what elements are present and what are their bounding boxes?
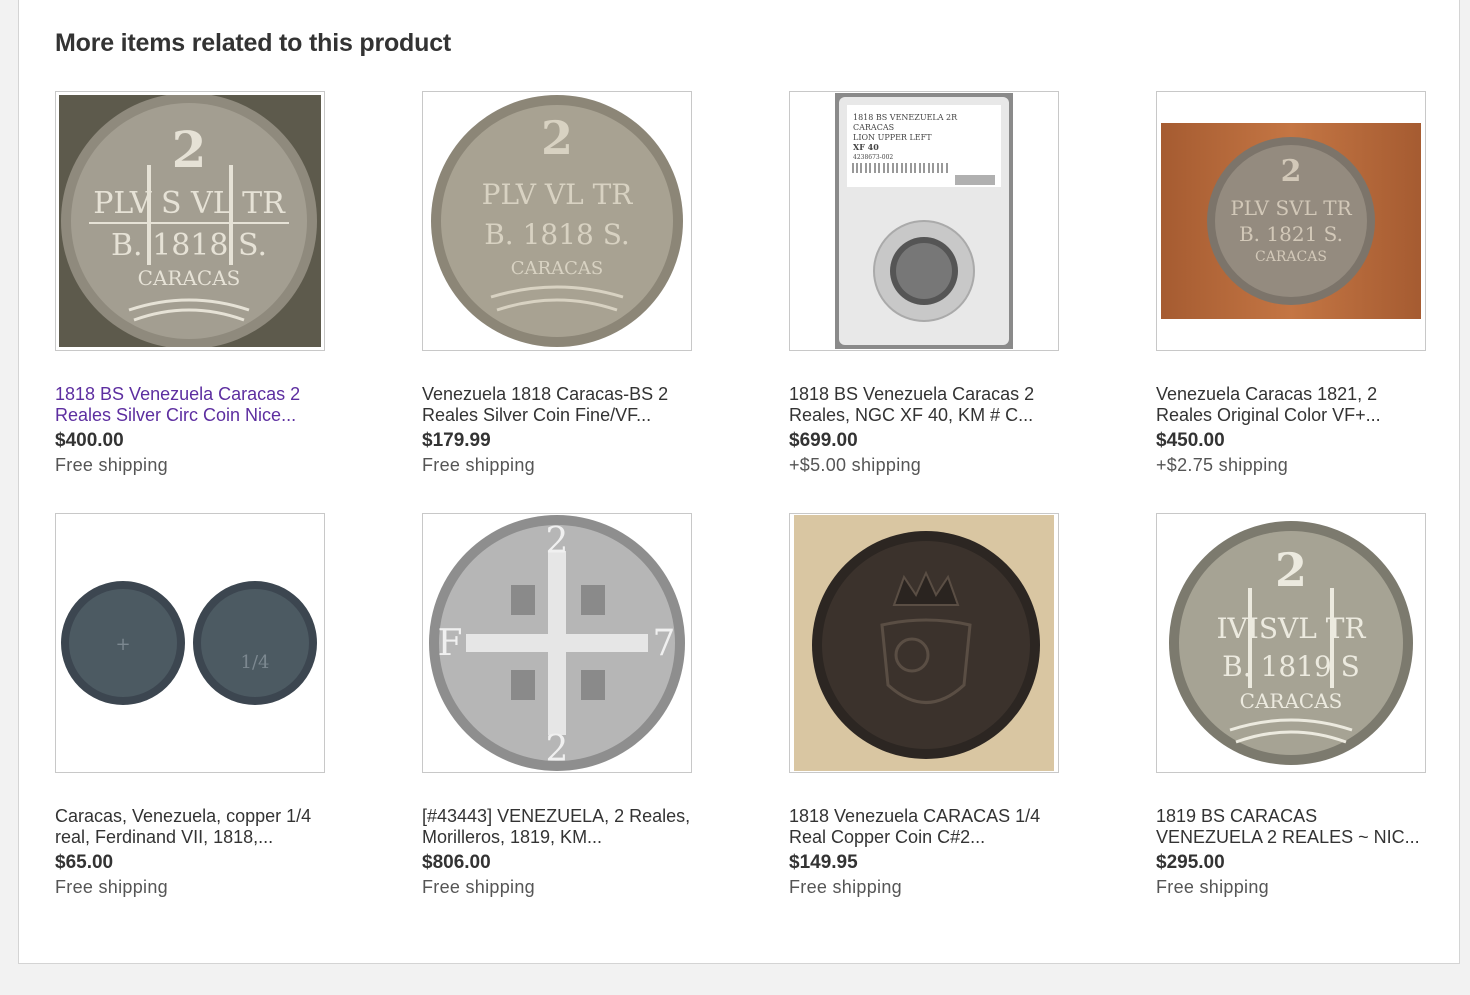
svg-text:1/4: 1/4 (241, 652, 270, 673)
product-title[interactable]: 1818 BS Venezuela Caracas 2 Reales, NGC … (789, 384, 1061, 426)
product-image[interactable]: 2 IVISVL TR B. 1819 S CARACAS (1156, 513, 1426, 773)
svg-text:+: + (115, 634, 130, 655)
section-title: More items related to this product (55, 29, 452, 57)
product-image[interactable]: + 1/4 (55, 513, 325, 773)
product-price: $450.00 (1156, 430, 1225, 451)
related-items-panel: More items related to this product 2 PLV… (18, 0, 1460, 964)
svg-text:2: 2 (1275, 543, 1307, 597)
product-image[interactable]: 2 PLV VL TR B. 1818 S. CARACAS (422, 91, 692, 351)
product-card[interactable]: 1818 Venezuela CARACAS 1/4 Real Copper C… (789, 513, 1061, 898)
svg-text:2: 2 (541, 111, 573, 165)
shipping-cost: Free shipping (422, 877, 535, 897)
svg-text:7: 7 (653, 623, 676, 664)
slab-label-line: LION UPPER LEFT (853, 133, 932, 142)
shipping-cost: Free shipping (55, 877, 168, 897)
product-card[interactable]: 2 PLV SVL TR B. 1821 S. CARACAS Venezuel… (1156, 91, 1428, 476)
shipping-cost: Free shipping (422, 455, 535, 475)
product-price: $699.00 (789, 430, 858, 451)
svg-text:B. 1821 S.: B. 1821 S. (1239, 222, 1343, 246)
product-card[interactable]: 1818 BS VENEZUELA 2R CARACAS LION UPPER … (789, 91, 1061, 476)
product-title[interactable]: 1819 BS CARACAS VENEZUELA 2 REALES ~ NIC… (1156, 806, 1428, 848)
product-card[interactable]: 2 IVISVL TR B. 1819 S CARACAS 1819 BS CA… (1156, 513, 1428, 898)
product-image[interactable]: 2 2 F 7 (422, 513, 692, 773)
product-card[interactable]: 2 PLV VL TR B. 1818 S. CARACAS Venezuela… (422, 91, 694, 476)
svg-text:2: 2 (1281, 154, 1302, 189)
svg-text:PLV SVL TR: PLV SVL TR (1230, 196, 1352, 220)
product-image[interactable]: 2 PLV S VL TR B. 1818 S. CARACAS (55, 91, 325, 351)
slab-label-line: 1818 BS VENEZUELA 2R (853, 113, 958, 122)
slab-label-line: CARACAS (853, 123, 894, 132)
svg-text:2: 2 (546, 729, 569, 770)
shipping-cost: Free shipping (55, 455, 168, 475)
svg-text:CARACAS: CARACAS (1240, 689, 1343, 713)
svg-text:2: 2 (546, 521, 569, 562)
product-price: $400.00 (55, 430, 124, 451)
product-card[interactable]: 2 PLV S VL TR B. 1818 S. CARACAS 1818 BS… (55, 91, 327, 476)
product-title[interactable]: [#43443] VENEZUELA, 2 Reales, Morilleros… (422, 806, 694, 848)
product-title[interactable]: Venezuela Caracas 1821, 2 Reales Origina… (1156, 384, 1428, 426)
product-price: $149.95 (789, 852, 858, 873)
shipping-cost: +$5.00 shipping (789, 455, 922, 475)
product-card[interactable]: + 1/4 Caracas, Venezuela, copper 1/4 rea… (55, 513, 327, 898)
svg-text:PLV S VL TR: PLV S VL TR (93, 186, 286, 221)
product-card[interactable]: 2 2 F 7 [#43443] VENEZUELA, 2 Reales, Mo… (422, 513, 694, 898)
svg-text:B. 1819 S: B. 1819 S (1222, 650, 1360, 683)
shipping-cost: Free shipping (1156, 877, 1269, 897)
product-price: $179.99 (422, 430, 491, 451)
svg-text:PLV VL TR: PLV VL TR (482, 178, 634, 211)
shipping-cost: +$2.75 shipping (1156, 455, 1289, 475)
slab-label-line: 4238673-002 (853, 154, 893, 161)
shipping-cost: Free shipping (789, 877, 902, 897)
product-price: $65.00 (55, 852, 114, 873)
product-title[interactable]: Venezuela 1818 Caracas-BS 2 Reales Silve… (422, 384, 694, 426)
product-title[interactable]: Caracas, Venezuela, copper 1/4 real, Fer… (55, 806, 327, 848)
product-title[interactable]: 1818 BS Venezuela Caracas 2 Reales Silve… (55, 384, 327, 426)
product-image[interactable]: 1818 BS VENEZUELA 2R CARACAS LION UPPER … (789, 91, 1059, 351)
product-image[interactable] (789, 513, 1059, 773)
svg-text:IVISVL TR: IVISVL TR (1217, 612, 1367, 645)
product-image[interactable]: 2 PLV SVL TR B. 1821 S. CARACAS (1156, 91, 1426, 351)
svg-text:CARACAS: CARACAS (1255, 249, 1327, 265)
svg-text:CARACAS: CARACAS (511, 258, 603, 279)
svg-text:F: F (438, 623, 463, 664)
product-price: $295.00 (1156, 852, 1225, 873)
product-price: $806.00 (422, 852, 491, 873)
svg-text:B. 1818 S.: B. 1818 S. (484, 218, 630, 251)
product-title[interactable]: 1818 Venezuela CARACAS 1/4 Real Copper C… (789, 806, 1061, 848)
svg-text:CARACAS: CARACAS (138, 266, 241, 290)
svg-text:B. 1818 S.: B. 1818 S. (111, 228, 267, 263)
slab-label-line: XF 40 (853, 142, 879, 152)
svg-text:2: 2 (172, 120, 207, 179)
